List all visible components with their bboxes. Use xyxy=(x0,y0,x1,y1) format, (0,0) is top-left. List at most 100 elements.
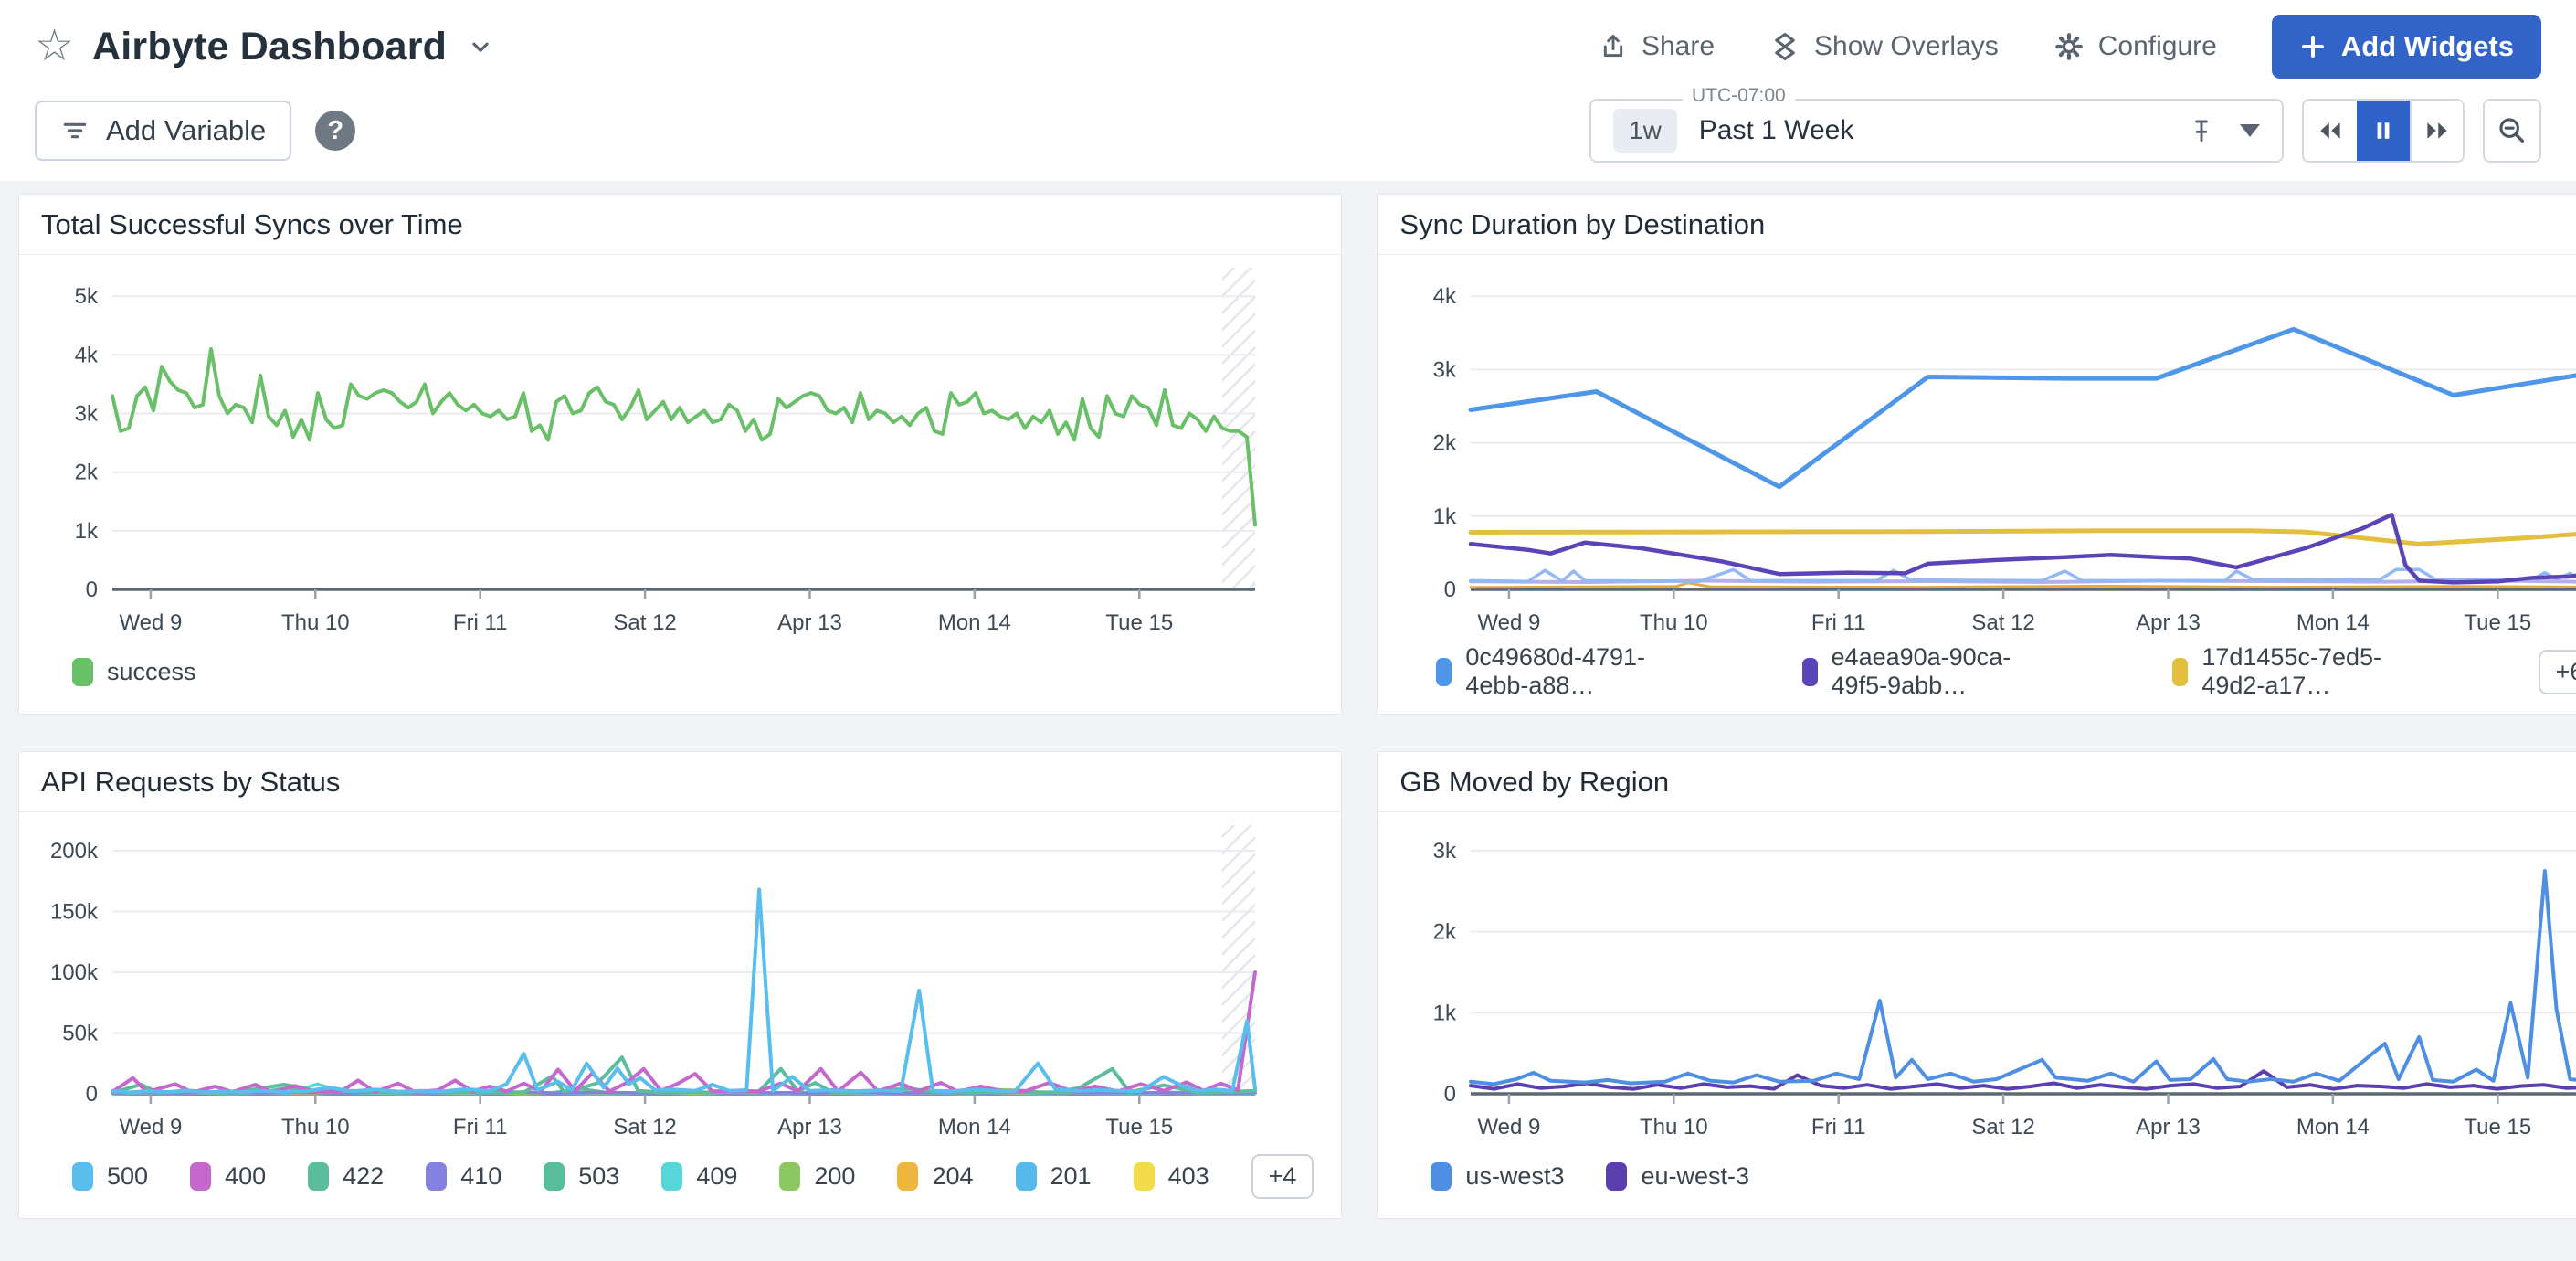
legend-item[interactable]: 409 xyxy=(661,1162,737,1191)
legend-item[interactable]: 400 xyxy=(190,1162,266,1191)
time-range-shortcut[interactable]: 1w xyxy=(1613,109,1677,153)
svg-text:100k: 100k xyxy=(50,960,99,985)
svg-text:Thu 10: Thu 10 xyxy=(281,610,350,635)
legend-item[interactable]: 503 xyxy=(544,1162,619,1191)
legend-label: 204 xyxy=(932,1162,973,1191)
zoom-out-button[interactable] xyxy=(2483,99,2541,163)
time-pause-button[interactable] xyxy=(2357,101,2410,161)
share-button[interactable]: Share xyxy=(1599,31,1715,62)
legend-swatch xyxy=(72,1162,93,1191)
svg-text:Tue 15: Tue 15 xyxy=(2465,1115,2532,1139)
legend-label: 410 xyxy=(460,1162,501,1191)
legend-item[interactable]: eu-west-3 xyxy=(1606,1162,1749,1191)
chart-legend: success xyxy=(19,644,1341,714)
svg-text:200k: 200k xyxy=(50,839,99,864)
show-overlays-button[interactable]: Show Overlays xyxy=(1769,31,1999,62)
pin-icon[interactable] xyxy=(2187,116,2216,145)
time-range-selector[interactable]: UTC-07:00 1w Past 1 Week xyxy=(1589,99,2284,163)
legend-swatch xyxy=(897,1162,918,1191)
top-bar: ☆ Airbyte Dashboard Share Show Overlays xyxy=(0,0,2576,181)
svg-text:4k: 4k xyxy=(75,343,99,367)
svg-text:Tue 15: Tue 15 xyxy=(2465,610,2532,635)
legend-swatch xyxy=(544,1162,565,1191)
legend-swatch xyxy=(661,1162,682,1191)
svg-text:3k: 3k xyxy=(75,402,99,427)
legend-item[interactable]: 410 xyxy=(426,1162,501,1191)
svg-text:Apr 13: Apr 13 xyxy=(777,610,842,635)
legend-item[interactable]: 422 xyxy=(308,1162,384,1191)
time-backward-button[interactable] xyxy=(2304,101,2357,161)
chart-sync-duration-by-destination[interactable]: 01k2k3k4kWed 9Thu 10Fri 11Sat 12Apr 13Mo… xyxy=(1378,255,2576,644)
widget-title: Sync Duration by Destination xyxy=(1378,195,2576,255)
chart-total-successful-syncs[interactable]: 01k2k3k4k5kWed 9Thu 10Fri 11Sat 12Apr 13… xyxy=(19,255,1341,644)
legend-more-badge[interactable]: +4 xyxy=(1251,1154,1314,1199)
svg-text:0: 0 xyxy=(86,1082,98,1107)
legend-label: 201 xyxy=(1050,1162,1092,1191)
legend-item[interactable]: e4aea90a-90ca-49f5-9abb… xyxy=(1802,643,2064,700)
legend-item[interactable]: 201 xyxy=(1016,1162,1092,1191)
svg-text:4k: 4k xyxy=(1433,284,1457,309)
legend-swatch xyxy=(190,1162,211,1191)
legend-swatch xyxy=(1431,1162,1452,1191)
svg-text:5k: 5k xyxy=(75,284,99,309)
svg-text:Sat 12: Sat 12 xyxy=(613,610,676,635)
dashboard-grid: Total Successful Syncs over Time 01k2k3k… xyxy=(0,181,2576,1219)
time-range-caret-icon[interactable] xyxy=(2240,124,2260,137)
plus-icon xyxy=(2299,33,2327,60)
legend-item[interactable]: us-west3 xyxy=(1431,1162,1564,1191)
svg-text:Apr 13: Apr 13 xyxy=(777,1115,842,1139)
legend-item[interactable]: 500 xyxy=(72,1162,148,1191)
svg-text:3k: 3k xyxy=(1433,357,1457,382)
legend-item[interactable]: 200 xyxy=(779,1162,855,1191)
legend-item[interactable]: 204 xyxy=(897,1162,973,1191)
time-controls: UTC-07:00 1w Past 1 Week xyxy=(1589,99,2541,163)
svg-text:Apr 13: Apr 13 xyxy=(2137,1115,2201,1139)
legend-label: e4aea90a-90ca-49f5-9abb… xyxy=(1832,643,2064,700)
title-chevron-down-icon[interactable] xyxy=(465,31,496,62)
legend-swatch xyxy=(1134,1162,1155,1191)
header-actions: Share Show Overlays Conf xyxy=(1599,15,2541,79)
legend-label: 403 xyxy=(1168,1162,1209,1191)
chart-legend: us-west3 eu-west-3 xyxy=(1378,1149,2576,1218)
legend-swatch xyxy=(1606,1162,1627,1191)
legend-swatch xyxy=(1016,1162,1037,1191)
svg-text:Wed 9: Wed 9 xyxy=(119,1115,182,1139)
add-variable-button[interactable]: Add Variable xyxy=(35,101,291,161)
overlays-icon xyxy=(1769,31,1800,62)
svg-text:2k: 2k xyxy=(75,461,99,485)
legend-label: 422 xyxy=(343,1162,384,1191)
legend-swatch xyxy=(779,1162,800,1191)
legend-swatch xyxy=(426,1162,447,1191)
time-forward-button[interactable] xyxy=(2410,101,2463,161)
svg-text:Mon 14: Mon 14 xyxy=(2296,1115,2370,1139)
svg-text:2k: 2k xyxy=(1433,431,1457,456)
legend-item[interactable]: success xyxy=(72,658,196,686)
legend-swatch xyxy=(2172,658,2188,686)
filter-icon xyxy=(60,116,90,145)
timezone-label: UTC-07:00 xyxy=(1683,85,1795,107)
legend-label: success xyxy=(107,658,196,686)
svg-text:1k: 1k xyxy=(1433,504,1457,529)
help-icon[interactable]: ? xyxy=(315,111,355,151)
legend-label: 17d1455c-7ed5-49d2-a17… xyxy=(2201,643,2428,700)
legend-item[interactable]: 17d1455c-7ed5-49d2-a17… xyxy=(2172,643,2428,700)
svg-text:Thu 10: Thu 10 xyxy=(1640,610,1708,635)
svg-text:Fri 11: Fri 11 xyxy=(453,1115,508,1139)
legend-more-badge[interactable]: +6 xyxy=(2539,650,2576,694)
legend-label: eu-west-3 xyxy=(1641,1162,1749,1191)
legend-label: 200 xyxy=(814,1162,855,1191)
legend-label: 409 xyxy=(696,1162,737,1191)
toolbar-row: Add Variable ? UTC-07:00 1w Past 1 Week xyxy=(35,99,2541,163)
legend-item[interactable]: 0c49680d-4791-4ebb-a88… xyxy=(1436,643,1692,700)
legend-item[interactable]: 403 xyxy=(1134,1162,1209,1191)
widget-title: API Requests by Status xyxy=(19,752,1341,812)
favorite-star-icon[interactable]: ☆ xyxy=(35,25,74,69)
svg-text:Wed 9: Wed 9 xyxy=(1478,1115,1541,1139)
chart-api-requests-by-status[interactable]: 050k100k150k200kWed 9Thu 10Fri 11Sat 12A… xyxy=(19,812,1341,1149)
legend-label: 500 xyxy=(107,1162,148,1191)
chart-gb-moved-by-region[interactable]: 01k2k3kWed 9Thu 10Fri 11Sat 12Apr 13Mon … xyxy=(1378,812,2576,1149)
rewind-icon xyxy=(2317,117,2344,144)
configure-button[interactable]: Configure xyxy=(2053,31,2217,62)
add-widgets-button[interactable]: Add Widgets xyxy=(2272,15,2541,79)
legend-swatch xyxy=(1436,658,1452,686)
